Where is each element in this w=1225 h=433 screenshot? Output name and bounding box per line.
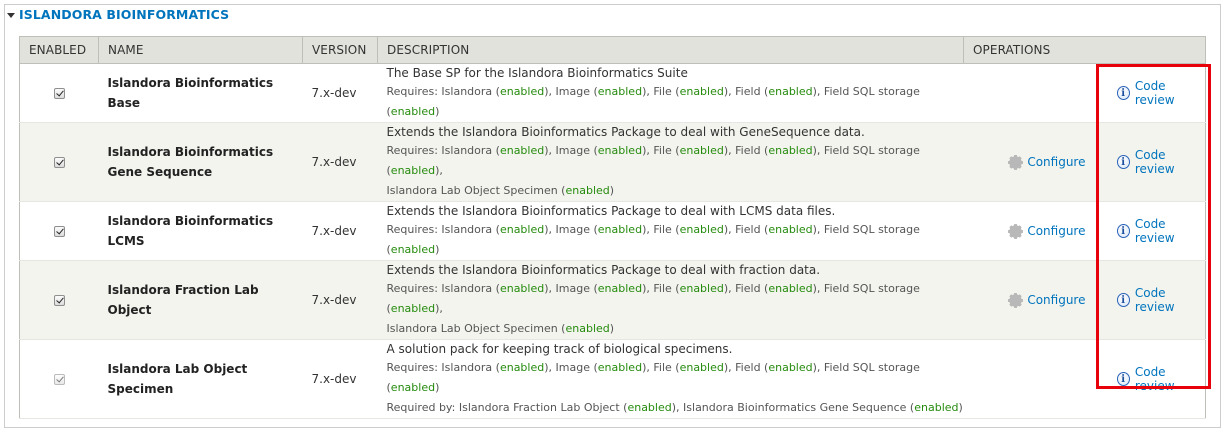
code-review-link[interactable]: i Code review [1107, 365, 1206, 393]
enabled-checkbox[interactable] [53, 295, 65, 306]
description-text: Extends the Islandora Bioinformatics Pac… [386, 204, 836, 218]
table-row: Islandora Bioinformatics LCMS 7.x-dev Ex… [19, 201, 1206, 261]
info-icon: i [1116, 224, 1130, 238]
module-description: Extends the Islandora Bioinformatics Pac… [377, 260, 964, 340]
description-text: Extends the Islandora Bioinformatics Pac… [386, 263, 821, 277]
modules-table: ENABLED NAME VERSION DESCRIPTION OPERATI… [19, 36, 1206, 419]
configure-link[interactable]: Configure [973, 223, 1098, 239]
header-operations: OPERATIONS [963, 36, 1206, 64]
module-version: 7.x-dev [302, 260, 378, 340]
module-description: Extends the Islandora Bioinformatics Pac… [377, 201, 964, 261]
module-version: 7.x-dev [302, 339, 378, 419]
header-name: NAME [98, 36, 303, 64]
code-review-link[interactable]: i Code review [1107, 79, 1206, 107]
info-icon: i [1116, 86, 1130, 100]
requires-line: Requires: Islandora (enabled), Image (en… [386, 223, 920, 256]
table-row: Islandora Bioinformatics Gene Sequence 7… [19, 122, 1206, 202]
info-icon: i [1116, 155, 1130, 169]
module-description: The Base SP for the Islandora Bioinforma… [377, 63, 964, 123]
module-name: Islandora Fraction Lab Object [98, 260, 303, 340]
configure-link[interactable]: Configure [973, 154, 1098, 170]
code-review-link[interactable]: i Code review [1107, 217, 1206, 245]
header-version: VERSION [302, 36, 378, 64]
info-icon: i [1116, 293, 1130, 307]
module-version: 7.x-dev [302, 122, 378, 202]
requires-line: Requires: Islandora (enabled), Image (en… [386, 85, 920, 118]
section-title[interactable]: ISLANDORA BIOINFORMATICS [19, 7, 229, 22]
enabled-checkbox[interactable] [53, 88, 65, 99]
module-version: 7.x-dev [302, 201, 378, 261]
requires-line: Requires: Islandora (enabled), Image (en… [386, 361, 963, 414]
section-toggle[interactable]: ISLANDORA BIOINFORMATICS [7, 7, 229, 22]
info-icon: i [1116, 372, 1130, 386]
requires-line: Requires: Islandora (enabled), Image (en… [386, 282, 920, 335]
header-enabled: ENABLED [19, 36, 99, 64]
gear-icon [1008, 292, 1024, 308]
module-description: A solution pack for keeping track of bio… [377, 339, 964, 419]
gear-icon [1008, 154, 1024, 170]
enabled-checkbox[interactable] [53, 157, 65, 168]
table-row: Islandora Lab Object Specimen 7.x-dev A … [19, 339, 1206, 419]
enabled-checkbox[interactable] [53, 226, 65, 237]
module-name: Islandora Bioinformatics LCMS [98, 201, 303, 261]
module-version: 7.x-dev [302, 63, 378, 123]
code-review-link[interactable]: i Code review [1107, 148, 1206, 176]
enabled-checkbox[interactable] [53, 374, 65, 385]
table-row: Islandora Bioinformatics Base 7.x-dev Th… [19, 63, 1206, 123]
configure-link[interactable]: Configure [973, 292, 1098, 308]
module-name: Islandora Bioinformatics Base [98, 63, 303, 123]
module-name: Islandora Lab Object Specimen [98, 339, 303, 419]
description-text: Extends the Islandora Bioinformatics Pac… [386, 125, 865, 139]
module-name: Islandora Bioinformatics Gene Sequence [98, 122, 303, 202]
header-description: DESCRIPTION [377, 36, 964, 64]
table-row: Islandora Fraction Lab Object 7.x-dev Ex… [19, 260, 1206, 340]
gear-icon [1008, 223, 1024, 239]
table-header-row: ENABLED NAME VERSION DESCRIPTION OPERATI… [19, 36, 1206, 64]
description-text: A solution pack for keeping track of bio… [386, 342, 733, 356]
code-review-link[interactable]: i Code review [1107, 286, 1206, 314]
description-text: The Base SP for the Islandora Bioinforma… [386, 66, 688, 80]
module-description: Extends the Islandora Bioinformatics Pac… [377, 122, 964, 202]
requires-line: Requires: Islandora (enabled), Image (en… [386, 144, 920, 197]
triangle-down-icon [7, 12, 15, 18]
